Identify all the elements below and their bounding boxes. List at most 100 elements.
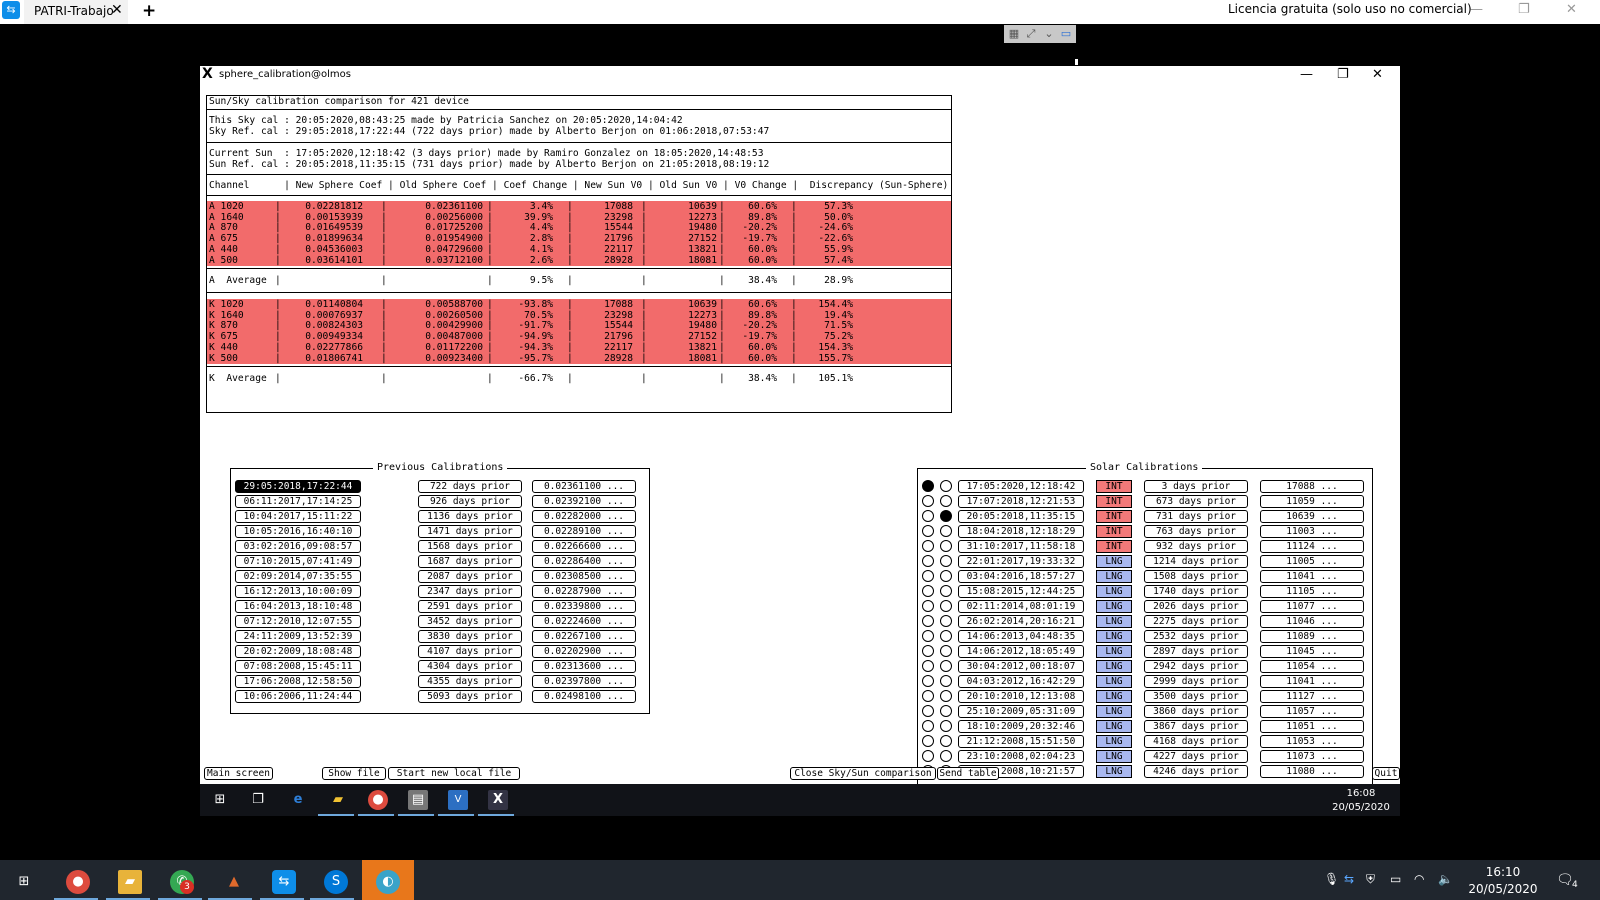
grid-icon[interactable]: ▦ bbox=[1007, 27, 1021, 41]
prev-days-button[interactable]: 5093 days prior bbox=[418, 690, 522, 703]
solar-days-button[interactable]: 932 days prior bbox=[1144, 540, 1248, 553]
teamviewer-tray-icon[interactable]: ⇆ bbox=[1344, 872, 1354, 886]
prev-coef-button[interactable]: 0.02224600 ... bbox=[532, 615, 636, 628]
sun-select-radio[interactable] bbox=[922, 660, 934, 672]
solar-date-button[interactable]: 14:06:2013,04:48:35 bbox=[958, 630, 1084, 643]
sky-select-radio[interactable] bbox=[940, 750, 952, 762]
vs-app-icon[interactable]: V bbox=[448, 790, 468, 810]
x-server-icon[interactable]: X bbox=[488, 790, 508, 810]
solar-v0-button[interactable]: 11041 ... bbox=[1260, 675, 1364, 688]
solar-date-button[interactable]: 04:03:2012,16:42:29 bbox=[958, 675, 1084, 688]
solar-v0-button[interactable]: 11057 ... bbox=[1260, 705, 1364, 718]
prev-days-button[interactable]: 2087 days prior bbox=[418, 570, 522, 583]
solar-v0-button[interactable]: 11059 ... bbox=[1260, 495, 1364, 508]
main-screen-button[interactable]: Main screen bbox=[204, 767, 273, 780]
close-window-icon[interactable]: ✕ bbox=[1566, 2, 1577, 17]
solar-v0-button[interactable]: 11046 ... bbox=[1260, 615, 1364, 628]
window-titlebar[interactable]: X sphere_calibration@olmos — ❐ ✕ bbox=[200, 66, 1400, 86]
prev-date-button[interactable]: 10:04:2017,15:11:22 bbox=[235, 510, 361, 523]
prev-coef-button[interactable]: 0.02202900 ... bbox=[532, 645, 636, 658]
sun-select-radio[interactable] bbox=[922, 480, 934, 492]
solar-date-button[interactable]: 18:10:2009,20:32:46 bbox=[958, 720, 1084, 733]
prev-date-button[interactable]: 24:11:2009,13:52:39 bbox=[235, 630, 361, 643]
solar-v0-button[interactable]: 17088 ... bbox=[1260, 480, 1364, 493]
maximize-icon[interactable]: ❐ bbox=[1518, 2, 1530, 17]
solar-v0-button[interactable]: 11005 ... bbox=[1260, 555, 1364, 568]
solar-days-button[interactable]: 3860 days prior bbox=[1144, 705, 1248, 718]
prev-date-button[interactable]: 07:10:2015,07:41:49 bbox=[235, 555, 361, 568]
security-icon[interactable]: ⛨ bbox=[1366, 872, 1375, 887]
prev-date-button[interactable]: 20:02:2009,18:08:48 bbox=[235, 645, 361, 658]
sky-select-radio[interactable] bbox=[940, 705, 952, 717]
wifi-icon[interactable]: ◠ bbox=[1414, 872, 1424, 886]
solar-date-button[interactable]: 17:07:2018,12:21:53 bbox=[958, 495, 1084, 508]
solar-date-button[interactable]: 22:01:2017,19:33:32 bbox=[958, 555, 1084, 568]
prev-date-button[interactable]: 07:12:2010,12:07:55 bbox=[235, 615, 361, 628]
sun-select-radio[interactable] bbox=[922, 525, 934, 537]
sun-select-radio[interactable] bbox=[922, 720, 934, 732]
prev-coef-button[interactable]: 0.02267100 ... bbox=[532, 630, 636, 643]
prev-date-button[interactable]: 10:06:2006,11:24:44 bbox=[235, 690, 361, 703]
sky-select-radio[interactable] bbox=[940, 690, 952, 702]
prev-date-button[interactable]: 16:04:2013,18:10:48 bbox=[235, 600, 361, 613]
sun-select-radio[interactable] bbox=[922, 555, 934, 567]
solar-date-button[interactable]: 14:06:2012,18:05:49 bbox=[958, 645, 1084, 658]
sky-select-radio[interactable] bbox=[940, 570, 952, 582]
prev-date-button[interactable]: 17:06:2008,12:58:50 bbox=[235, 675, 361, 688]
solar-date-button[interactable]: 31:10:2017,11:58:18 bbox=[958, 540, 1084, 553]
solar-days-button[interactable]: 2942 days prior bbox=[1144, 660, 1248, 673]
prev-date-button[interactable]: 16:12:2013,10:00:09 bbox=[235, 585, 361, 598]
prev-coef-button[interactable]: 0.02339800 ... bbox=[532, 600, 636, 613]
prev-coef-button[interactable]: 0.02286400 ... bbox=[532, 555, 636, 568]
solar-days-button[interactable]: 4246 days prior bbox=[1144, 765, 1248, 778]
x-minimize-icon[interactable]: — bbox=[1300, 67, 1313, 82]
skype-icon[interactable]: S bbox=[324, 870, 348, 894]
solar-date-button[interactable]: 26:02:2014,20:16:21 bbox=[958, 615, 1084, 628]
solar-days-button[interactable]: 3867 days prior bbox=[1144, 720, 1248, 733]
solar-v0-button[interactable]: 11073 ... bbox=[1260, 750, 1364, 763]
sky-select-radio[interactable] bbox=[940, 555, 952, 567]
prev-date-button[interactable]: 02:09:2014,07:35:55 bbox=[235, 570, 361, 583]
image-app-icon[interactable]: ▤ bbox=[408, 790, 428, 810]
sky-select-radio[interactable] bbox=[940, 630, 952, 642]
solar-v0-button[interactable]: 11089 ... bbox=[1260, 630, 1364, 643]
close-sky-sun-comparison-button[interactable]: Close Sky/Sun comparison bbox=[790, 767, 936, 780]
prev-days-button[interactable]: 4355 days prior bbox=[418, 675, 522, 688]
x-close-icon[interactable]: ✕ bbox=[1372, 67, 1383, 82]
solar-v0-button[interactable]: 11054 ... bbox=[1260, 660, 1364, 673]
matlab-icon[interactable]: ▲ bbox=[222, 870, 246, 894]
prev-coef-button[interactable]: 0.02282000 ... bbox=[532, 510, 636, 523]
sun-select-radio[interactable] bbox=[922, 735, 934, 747]
solar-date-button[interactable]: 25:10:2009,05:31:09 bbox=[958, 705, 1084, 718]
prev-days-button[interactable]: 4304 days prior bbox=[418, 660, 522, 673]
prev-coef-button[interactable]: 0.02308500 ... bbox=[532, 570, 636, 583]
solar-v0-button[interactable]: 11053 ... bbox=[1260, 735, 1364, 748]
sun-select-radio[interactable] bbox=[922, 570, 934, 582]
prev-days-button[interactable]: 2591 days prior bbox=[418, 600, 522, 613]
edge-icon[interactable]: e bbox=[288, 790, 308, 810]
sky-select-radio[interactable] bbox=[940, 645, 952, 657]
show-file-button[interactable]: Show file bbox=[322, 767, 386, 780]
solar-days-button[interactable]: 4168 days prior bbox=[1144, 735, 1248, 748]
sun-select-radio[interactable] bbox=[922, 585, 934, 597]
sun-select-radio[interactable] bbox=[922, 645, 934, 657]
solar-days-button[interactable]: 673 days prior bbox=[1144, 495, 1248, 508]
solar-days-button[interactable]: 2999 days prior bbox=[1144, 675, 1248, 688]
solar-v0-button[interactable]: 11127 ... bbox=[1260, 690, 1364, 703]
solar-days-button[interactable]: 2532 days prior bbox=[1144, 630, 1248, 643]
solar-v0-button[interactable]: 11080 ... bbox=[1260, 765, 1364, 778]
remote-clock[interactable]: 16:08 20/05/2020 bbox=[1326, 787, 1396, 815]
windows-start-icon[interactable]: ⊞ bbox=[12, 870, 36, 894]
sun-select-radio[interactable] bbox=[922, 690, 934, 702]
solar-date-button[interactable]: 23:10:2008,02:04:23 bbox=[958, 750, 1084, 763]
tab-patri-trabajo[interactable]: PATRI-Trabajo ✕ bbox=[24, 0, 128, 24]
new-tab-icon[interactable]: + bbox=[142, 1, 156, 21]
sun-select-radio[interactable] bbox=[922, 495, 934, 507]
monitor-icon[interactable]: ▭ bbox=[1059, 27, 1073, 41]
sun-select-radio[interactable] bbox=[922, 750, 934, 762]
prev-coef-button[interactable]: 0.02498100 ... bbox=[532, 690, 636, 703]
solar-v0-button[interactable]: 11051 ... bbox=[1260, 720, 1364, 733]
solar-v0-button[interactable]: 10639 ... bbox=[1260, 510, 1364, 523]
solar-date-button[interactable]: 03:04:2016,18:57:27 bbox=[958, 570, 1084, 583]
solar-date-button[interactable]: 15:08:2015,12:44:25 bbox=[958, 585, 1084, 598]
